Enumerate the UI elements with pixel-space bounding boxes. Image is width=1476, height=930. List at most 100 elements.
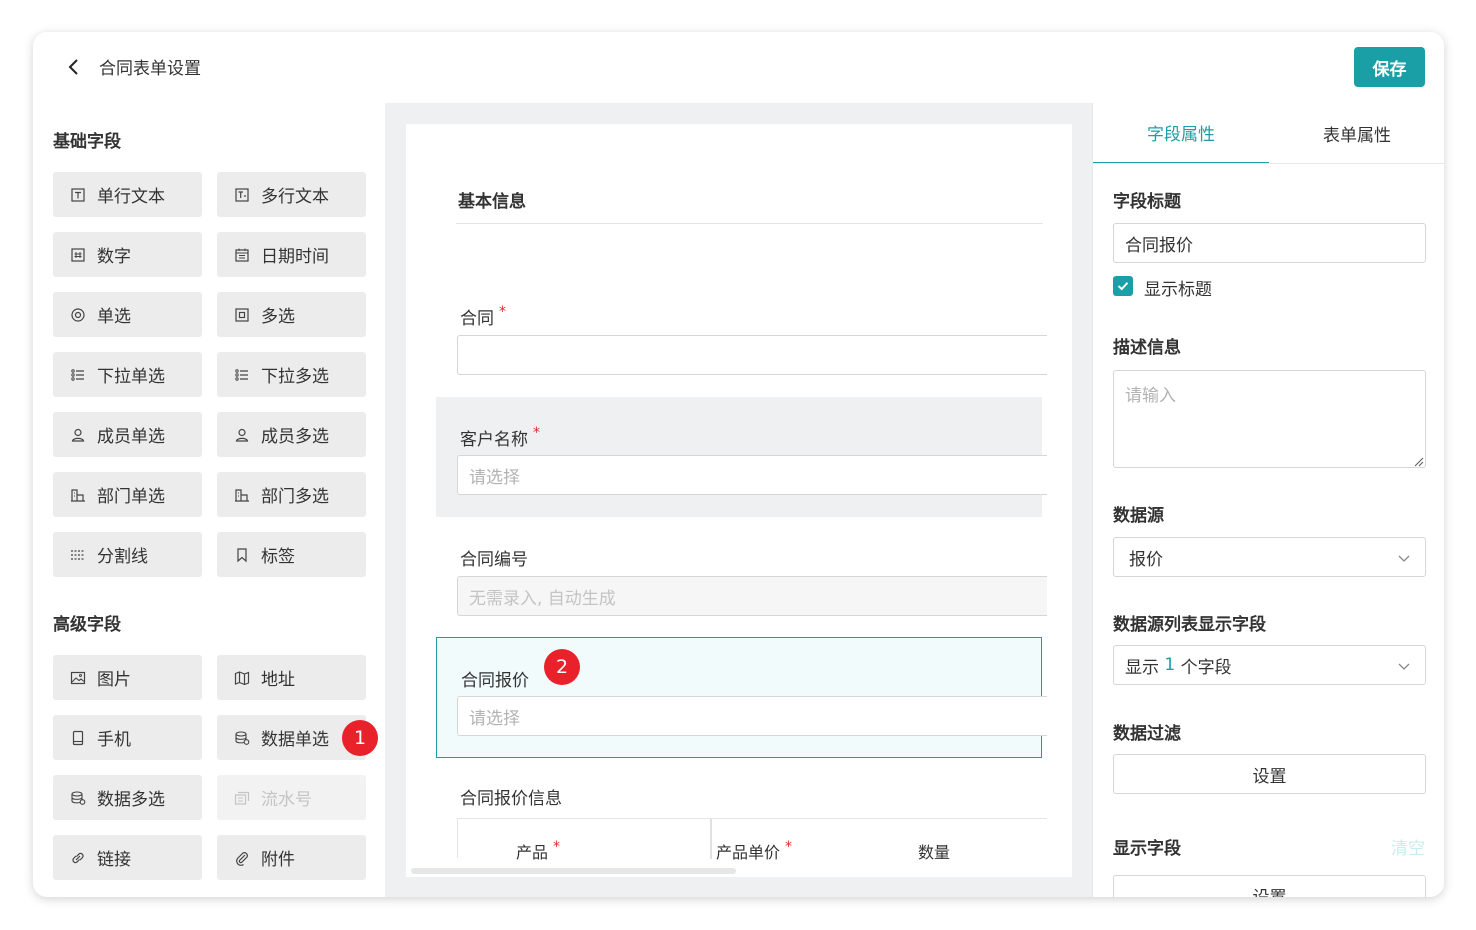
chevron-down-icon: [1398, 555, 1410, 562]
field-link[interactable]: 链接: [53, 835, 202, 880]
datasource-value: 报价: [1129, 549, 1163, 570]
field-label: 流水号: [261, 790, 312, 810]
user-icon: [233, 426, 251, 444]
description-label: 描述信息: [1113, 338, 1181, 358]
data-filter-settings-button[interactable]: 设置: [1113, 754, 1426, 794]
field-number[interactable]: 数字: [53, 232, 202, 277]
form-item-contract-number[interactable]: 合同编号 无需录入, 自动生成: [436, 517, 1047, 617]
table-header-unit-price: 产品单价 *: [716, 839, 793, 862]
field-label: 数据单选: [261, 730, 329, 750]
horizontal-scrollbar[interactable]: [411, 868, 736, 874]
field-department-multi[interactable]: 部门多选: [217, 472, 366, 517]
section-divider: [456, 223, 1043, 224]
table-header-product: 产品 *: [516, 839, 561, 862]
display-fields-settings-button[interactable]: 设置: [1113, 875, 1426, 897]
field-label: 数据多选: [97, 790, 165, 810]
table-header-quantity: 数量: [918, 843, 951, 862]
check-icon: [1117, 282, 1129, 291]
contract-number-input: 无需录入, 自动生成: [457, 576, 1047, 616]
tabs-divider: [1093, 163, 1444, 164]
chevron-down-icon: [1398, 663, 1410, 670]
annotation-badge-2: 2: [544, 649, 580, 685]
properties-panel: 字段属性 表单属性 字段标题 合同报价 显示标题 描述信息 请输入 数据源 报价…: [1092, 103, 1444, 897]
field-label: 下拉多选: [261, 367, 329, 387]
description-textarea[interactable]: 请输入: [1113, 370, 1426, 468]
required-mark: *: [499, 304, 506, 320]
clear-link[interactable]: 清空: [1391, 834, 1425, 859]
field-title-input[interactable]: 合同报价: [1113, 223, 1426, 263]
department-icon: [233, 486, 251, 504]
list-fields-suffix: 个字段: [1180, 657, 1232, 678]
column-divider: [710, 819, 712, 859]
contract-quote-select[interactable]: 请选择: [457, 696, 1047, 736]
multiline-text-icon: [233, 186, 251, 204]
field-label: 下拉单选: [97, 367, 165, 387]
field-multi-line-text[interactable]: 多行文本: [217, 172, 366, 217]
field-datetime[interactable]: 日期时间: [217, 232, 366, 277]
tab-field-properties[interactable]: 字段属性: [1093, 103, 1269, 164]
radio-icon: [69, 306, 87, 324]
checkbox-icon: [233, 306, 251, 324]
map-icon: [233, 669, 251, 687]
field-tag[interactable]: 标签: [217, 532, 366, 577]
field-member-multi[interactable]: 成员多选: [217, 412, 366, 457]
field-dropdown-multi[interactable]: 下拉多选: [217, 352, 366, 397]
field-label: 单选: [97, 307, 131, 327]
form-item-label: 合同报价: [461, 671, 529, 691]
serial-icon: [233, 789, 251, 807]
field-serial-number: 流水号: [217, 775, 366, 820]
datasource-select[interactable]: 报价: [1113, 537, 1426, 577]
field-label: 成员多选: [261, 427, 329, 447]
field-member-single[interactable]: 成员单选: [53, 412, 202, 457]
field-single-line-text[interactable]: 单行文本: [53, 172, 202, 217]
field-divider[interactable]: 分割线: [53, 532, 202, 577]
field-attachment[interactable]: 附件: [217, 835, 366, 880]
tab-form-properties[interactable]: 表单属性: [1269, 103, 1444, 164]
show-title-checkbox[interactable]: [1113, 276, 1133, 296]
field-label: 多行文本: [261, 187, 329, 207]
list-display-fields-select[interactable]: 显示 1 个字段: [1113, 645, 1426, 685]
divider-icon: [69, 546, 87, 564]
number-icon: [69, 246, 87, 264]
field-image[interactable]: 图片: [53, 655, 202, 700]
form-item-contract-quote[interactable]: 合同报价 请选择: [436, 637, 1047, 758]
database-icon: [69, 789, 87, 807]
field-label: 手机: [97, 730, 131, 750]
calendar-icon: [233, 246, 251, 264]
field-radio[interactable]: 单选: [53, 292, 202, 337]
form-item-label: 合同 *: [460, 304, 506, 329]
field-label: 单行文本: [97, 187, 165, 207]
field-label: 附件: [261, 850, 295, 870]
quote-info-table-header: 产品 * 产品单价 * 数量: [457, 818, 1047, 862]
field-address[interactable]: 地址: [217, 655, 366, 700]
phone-icon: [69, 729, 87, 747]
list-display-fields-label: 数据源列表显示字段: [1113, 615, 1266, 635]
datasource-label: 数据源: [1113, 506, 1164, 526]
back-chevron-icon[interactable]: [63, 56, 85, 78]
form-item-label: 合同编号: [460, 550, 528, 570]
required-mark: *: [533, 425, 540, 441]
field-label: 链接: [97, 850, 131, 870]
save-button[interactable]: 保存: [1354, 47, 1425, 87]
resize-handle-icon[interactable]: [1412, 455, 1424, 467]
field-checkbox[interactable]: 多选: [217, 292, 366, 337]
form-item-customer-name[interactable]: 客户名称 * 请选择: [436, 397, 1047, 517]
user-icon: [69, 426, 87, 444]
field-dropdown-single[interactable]: 下拉单选: [53, 352, 202, 397]
field-label: 地址: [261, 670, 295, 690]
field-label: 部门多选: [261, 487, 329, 507]
contract-input[interactable]: [457, 335, 1047, 375]
form-item-contract[interactable]: 合同 *: [436, 280, 1047, 380]
form-item-label: 客户名称 *: [460, 425, 540, 450]
image-icon: [69, 669, 87, 687]
field-data-multi[interactable]: 数据多选: [53, 775, 202, 820]
customer-name-select[interactable]: 请选择: [457, 455, 1047, 495]
field-label: 多选: [261, 307, 295, 327]
link-icon: [69, 849, 87, 867]
field-label: 部门单选: [97, 487, 165, 507]
field-phone[interactable]: 手机: [53, 715, 202, 760]
field-label: 标签: [261, 547, 295, 567]
field-department-single[interactable]: 部门单选: [53, 472, 202, 517]
text-icon: [69, 186, 87, 204]
app-window: 合同表单设置 保存 基础字段 单行文本 多行文本 数字 日期时间 单选 多选 下…: [33, 32, 1444, 897]
